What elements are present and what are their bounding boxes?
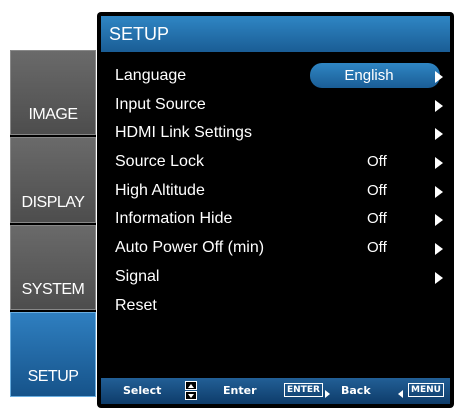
menu-item-value: Off: [367, 239, 387, 257]
tab-image[interactable]: IMAGE: [10, 50, 96, 136]
up-down-icon: [185, 381, 197, 401]
tab-label: SYSTEM: [21, 280, 85, 298]
back-hint: Back: [341, 384, 371, 397]
menu-item-label: Auto Power Off (min): [115, 239, 265, 257]
menu-item-high-altitude[interactable]: High Altitude Off: [115, 177, 450, 206]
menu-item-language[interactable]: Language English: [115, 62, 450, 91]
menu-item-input-source[interactable]: Input Source: [115, 91, 450, 120]
tab-label: DISPLAY: [21, 193, 85, 211]
right-arrow-icon: [435, 128, 443, 141]
enter-key-label: ENTER: [287, 385, 320, 395]
setup-panel: SETUP Language English Input Source HDMI…: [97, 12, 454, 408]
right-arrow-icon: [435, 185, 443, 198]
menu-item-information-hide[interactable]: Information Hide Off: [115, 205, 450, 234]
enter-hint: Enter: [223, 384, 257, 397]
menu-item-value: English: [344, 67, 394, 84]
right-arrow-icon: [323, 387, 330, 400]
panel-title: SETUP: [101, 16, 450, 52]
tab-system[interactable]: SYSTEM: [10, 224, 96, 310]
menu-item-source-lock[interactable]: Source Lock Off: [115, 148, 450, 177]
menu-item-label: Input Source: [115, 95, 206, 113]
left-arrow-icon: [398, 387, 405, 400]
menu-item-label: HDMI Link Settings: [115, 124, 252, 142]
menu-key: MENU: [408, 383, 444, 397]
menu-item-label: Source Lock: [115, 153, 204, 171]
menu-item-reset[interactable]: Reset: [115, 292, 450, 321]
right-arrow-icon: [435, 157, 443, 170]
right-arrow-icon: [435, 71, 443, 83]
select-hint: Select: [123, 384, 162, 397]
tab-label: SETUP: [27, 368, 79, 385]
tab-setup[interactable]: SETUP: [10, 311, 96, 397]
right-arrow-icon: [435, 271, 443, 284]
menu-item-value: Off: [367, 210, 387, 228]
side-tab-bar: IMAGE DISPLAY SYSTEM SETUP: [10, 50, 96, 397]
menu-item-label: Information Hide: [115, 210, 233, 228]
projector-osd: IMAGE DISPLAY SYSTEM SETUP SETUP Languag…: [0, 0, 463, 418]
tab-label: IMAGE: [28, 106, 78, 124]
right-arrow-icon: [435, 214, 443, 227]
menu-item-hdmi-link-settings[interactable]: HDMI Link Settings: [115, 119, 450, 148]
menu-list: Language English Input Source HDMI Link …: [115, 62, 450, 320]
menu-item-label: Signal: [115, 267, 160, 285]
menu-key-label: MENU: [411, 385, 441, 395]
help-bar: Select Enter ENTER Back MENU: [101, 378, 450, 404]
menu-item-value: Off: [367, 181, 387, 199]
menu-item-auto-power-off[interactable]: Auto Power Off (min) Off: [115, 234, 450, 263]
right-arrow-icon: [435, 243, 443, 256]
menu-item-label: Language: [115, 67, 187, 84]
menu-item-signal[interactable]: Signal: [115, 263, 450, 292]
menu-item-label: Reset: [115, 296, 157, 314]
menu-item-value: Off: [367, 153, 387, 171]
right-arrow-icon: [435, 99, 443, 112]
enter-key: ENTER: [284, 383, 323, 397]
tab-display[interactable]: DISPLAY: [10, 137, 96, 223]
menu-item-label: High Altitude: [115, 181, 205, 199]
